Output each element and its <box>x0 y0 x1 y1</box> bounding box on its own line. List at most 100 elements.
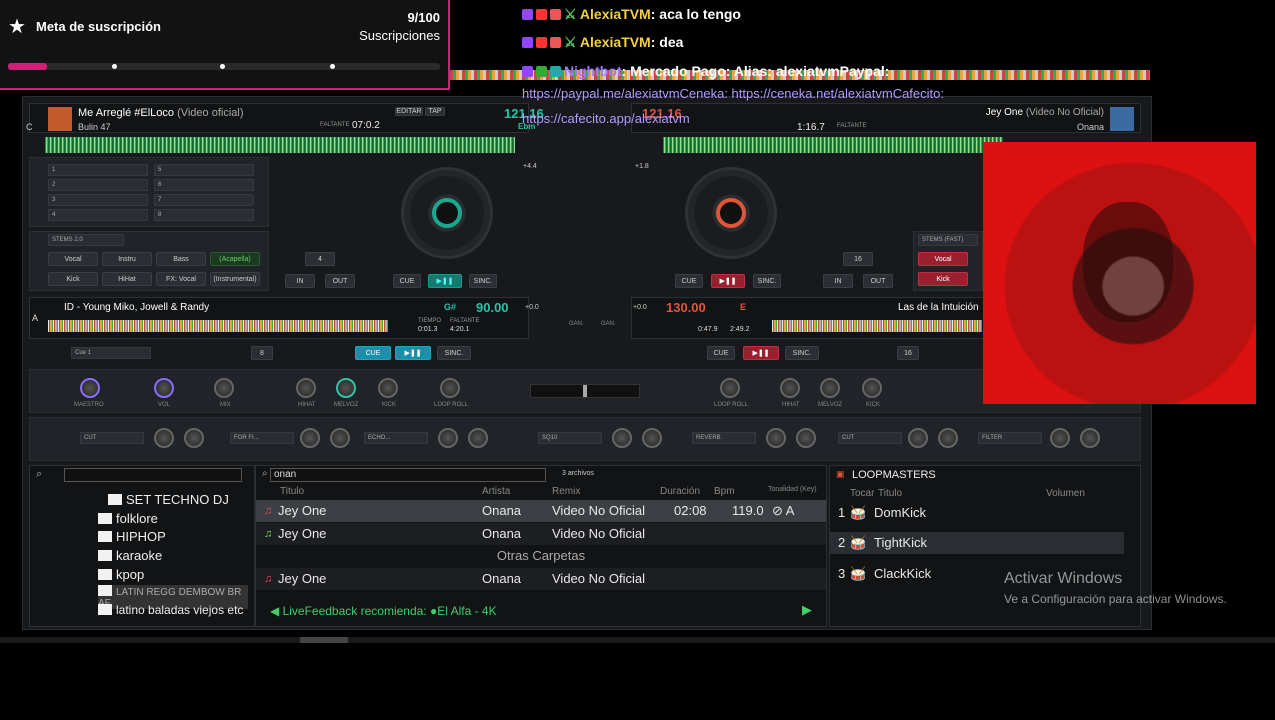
loop-roll-knob-right[interactable] <box>720 378 740 398</box>
folder-item[interactable]: karaoke <box>98 548 162 563</box>
deck-a-sync-button[interactable]: SINC. <box>437 346 471 360</box>
fx-slot-filter[interactable]: FILTER <box>978 432 1042 444</box>
loop-out-right[interactable]: OUT <box>863 274 893 288</box>
fx-knob-len-3[interactable] <box>938 428 958 448</box>
pad-fx-vocal[interactable]: FX: Vocal <box>156 272 206 286</box>
waveform-right[interactable] <box>663 137 1003 153</box>
stems-dropdown-right[interactable]: STEMS (FAST) <box>918 234 978 246</box>
fx-knob-str-1[interactable] <box>154 428 174 448</box>
tap-button[interactable]: TAP <box>425 107 445 116</box>
fx-knob-str-2[interactable] <box>300 428 320 448</box>
hotcue-5[interactable]: 5 <box>154 164 254 176</box>
search-icon[interactable]: ⌕ <box>262 468 268 479</box>
loop-size-right[interactable]: 16 <box>843 252 873 266</box>
fx-knob-str-4[interactable] <box>908 428 928 448</box>
livefeedback-bar[interactable]: ◀ LiveFeedback recomienda: ●El Alfa - 4K <box>270 604 497 618</box>
pad-instru[interactable]: Instru <box>102 252 152 266</box>
kick-knob-left[interactable] <box>378 378 398 398</box>
jog-wheel-left[interactable] <box>401 167 493 259</box>
deck-b-sync-button[interactable]: SINC. <box>785 346 819 360</box>
deck-a-play-button[interactable]: ▶❚❚ <box>395 346 431 360</box>
folder-item[interactable]: latino baladas viejos etc <box>98 603 243 617</box>
pad-bass[interactable]: Bass <box>156 252 206 266</box>
loop-out-left[interactable]: OUT <box>325 274 355 288</box>
deck-a-cue-slot[interactable]: Cue 1 <box>71 347 151 359</box>
pad-instrumental[interactable]: (Instrumental) <box>210 272 260 286</box>
col-key[interactable]: Tonalidad (Key) <box>768 486 817 493</box>
arrow-left-icon[interactable]: ◀ <box>270 604 283 618</box>
fx-knob-res[interactable] <box>1080 428 1100 448</box>
stems-dropdown[interactable]: STEMS 2.0 <box>48 234 124 246</box>
vol-knob[interactable] <box>154 378 174 398</box>
folder-item[interactable]: SET TECHNO DJ <box>108 492 229 507</box>
loop-size-left[interactable]: 4 <box>305 252 335 266</box>
fx-slot-sq10[interactable]: SQ10 <box>538 432 602 444</box>
sample-row[interactable]: 1 🥁 DomKick <box>830 502 1124 524</box>
sync-button-left[interactable]: SINC. <box>469 274 497 288</box>
jog-wheel-right[interactable] <box>685 167 777 259</box>
hotcue-6[interactable]: 6 <box>154 179 254 191</box>
hotcue-1[interactable]: 1 <box>48 164 148 176</box>
pad-kick[interactable]: Kick <box>48 272 98 286</box>
hihat-knob-right[interactable] <box>780 378 800 398</box>
fx-knob-pos[interactable] <box>1050 428 1070 448</box>
scrollbar-thumb[interactable] <box>300 637 348 643</box>
melvoz-knob-right[interactable] <box>820 378 840 398</box>
search-icon[interactable]: ⌕ <box>36 468 42 481</box>
table-row[interactable]: ♫ Jey One Onana Video No Oficial 02:08 1… <box>256 500 826 522</box>
master-knob[interactable] <box>80 378 100 398</box>
hotcue-8[interactable]: 8 <box>154 209 254 221</box>
fx-slot-cut-right[interactable]: CUT <box>838 432 902 444</box>
col-bpm[interactable]: Bpm <box>714 486 735 497</box>
arrow-right-icon[interactable]: ▶ <box>802 602 812 618</box>
deck-b-cue-button[interactable]: CUE <box>707 346 735 360</box>
fx-knob-str-3[interactable] <box>766 428 786 448</box>
fx-knob-len-2[interactable] <box>468 428 488 448</box>
folder-item[interactable]: HIPHOP <box>98 529 166 544</box>
col-title[interactable]: Titulo <box>280 486 304 497</box>
pad-hihat[interactable]: HiHat <box>102 272 152 286</box>
cue-button-right[interactable]: CUE <box>675 274 703 288</box>
play-button-right[interactable]: ▶❚❚ <box>711 274 745 288</box>
chat-link[interactable]: https://cafecito.app/alexiatvm <box>522 111 690 126</box>
pad-vocal-right[interactable]: Vocal <box>918 252 968 266</box>
deck-a-loop-size[interactable]: 8 <box>251 346 273 360</box>
loop-roll-knob-left[interactable] <box>440 378 460 398</box>
table-row[interactable]: ♫ Jey One Onana Video No Oficial <box>256 523 826 545</box>
loop-in-right[interactable]: IN <box>823 274 853 288</box>
deck-a-waveform[interactable] <box>48 320 388 332</box>
col-artist[interactable]: Artista <box>482 486 510 497</box>
melvoz-knob-left[interactable] <box>336 378 356 398</box>
crossfader-handle[interactable] <box>583 385 587 397</box>
pad-vocal[interactable]: Vocal <box>48 252 98 266</box>
tree-search-input[interactable] <box>64 468 242 482</box>
fx-knob-len-1[interactable] <box>184 428 204 448</box>
hotcue-4[interactable]: 4 <box>48 209 148 221</box>
fx-knob-80hz[interactable] <box>642 428 662 448</box>
kick-knob-right[interactable] <box>862 378 882 398</box>
table-row[interactable]: ♫ Jey One Onana Video No Oficial <box>256 568 826 590</box>
cue-button-left[interactable]: CUE <box>393 274 421 288</box>
mix-knob[interactable] <box>214 378 234 398</box>
folder-item[interactable]: folklore <box>98 511 158 526</box>
fx-knob-type[interactable] <box>330 428 350 448</box>
col-duration[interactable]: Duración <box>660 486 700 497</box>
deck-b-waveform[interactable] <box>772 320 982 332</box>
hotcue-2[interactable]: 2 <box>48 179 148 191</box>
fx-slot-cut-left[interactable]: CUT <box>80 432 144 444</box>
fx-knob-dec[interactable] <box>796 428 816 448</box>
play-button-left[interactable]: ▶❚❚ <box>428 274 462 288</box>
sample-row[interactable]: 2 🥁 TightKick <box>830 532 1124 554</box>
edit-button[interactable]: EDITAR <box>395 107 423 116</box>
fx-knob-32hz[interactable] <box>612 428 632 448</box>
sync-button-right[interactable]: SINC. <box>753 274 781 288</box>
deck-a-cue-button[interactable]: CUE <box>355 346 391 360</box>
hotcue-7[interactable]: 7 <box>154 194 254 206</box>
fx-slot-forfi[interactable]: FOR FI... <box>230 432 294 444</box>
hotcue-3[interactable]: 3 <box>48 194 148 206</box>
horizontal-scrollbar[interactable] <box>0 637 1275 643</box>
fx-knob-fbck[interactable] <box>438 428 458 448</box>
pad-acapella[interactable]: (Acapella) <box>210 252 260 266</box>
deck-b-loop-size[interactable]: 16 <box>897 346 919 360</box>
pad-kick-right[interactable]: Kick <box>918 272 968 286</box>
